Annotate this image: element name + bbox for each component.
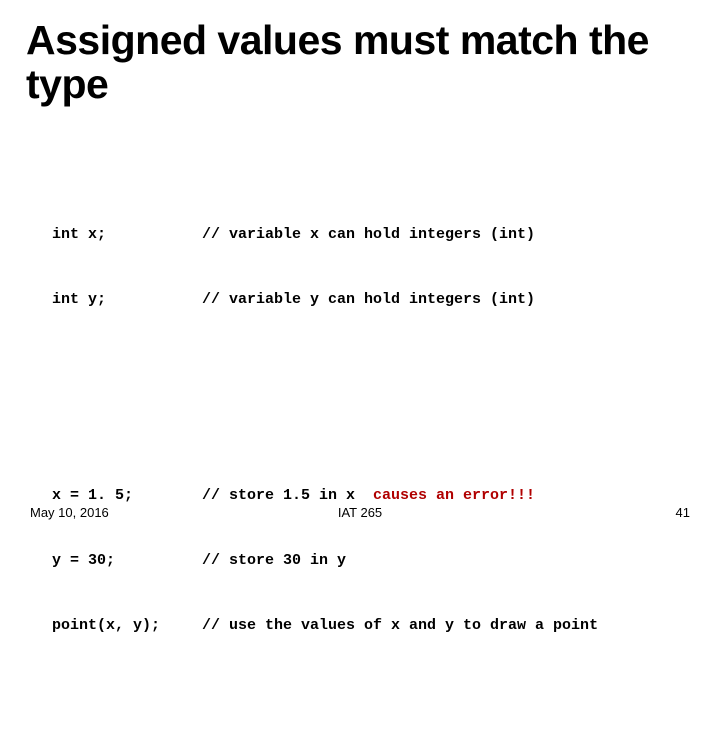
code-comment: // store 30 in y	[202, 552, 346, 569]
slide-title: Assigned values must match the type	[26, 18, 694, 107]
footer-date: May 10, 2016	[30, 505, 109, 520]
slide-footer: May 10, 2016 IAT 265 41	[0, 505, 720, 520]
code-block-assignments: x = 1. 5;// store 1.5 in x causes an err…	[52, 441, 694, 680]
code-declaration: int x;	[52, 224, 202, 246]
footer-page-number: 41	[676, 505, 690, 520]
code-comment: // use the values of x and y to draw a p…	[202, 617, 598, 634]
code-comment: // variable x can hold integers (int)	[202, 226, 535, 243]
code-block-declarations: int x;// variable x can hold integers (i…	[52, 180, 694, 354]
code-area: int x;// variable x can hold integers (i…	[26, 137, 694, 746]
code-line: y = 30;// store 30 in y	[52, 550, 694, 572]
code-line: point(x, y);// use the values of x and y…	[52, 615, 694, 637]
code-statement: point(x, y);	[52, 615, 202, 637]
footer-course: IAT 265	[338, 505, 382, 520]
error-text: causes an error!!!	[373, 487, 535, 504]
code-line: int y;// variable y can hold integers (i…	[52, 289, 694, 311]
code-comment: // variable y can hold integers (int)	[202, 291, 535, 308]
code-statement: x = 1. 5;	[52, 485, 202, 507]
slide: Assigned values must match the type int …	[0, 0, 720, 540]
code-line: int x;// variable x can hold integers (i…	[52, 224, 694, 246]
code-comment: // store 1.5 in x	[202, 487, 373, 504]
code-line: x = 1. 5;// store 1.5 in x causes an err…	[52, 485, 694, 507]
code-statement: y = 30;	[52, 550, 202, 572]
code-declaration: int y;	[52, 289, 202, 311]
